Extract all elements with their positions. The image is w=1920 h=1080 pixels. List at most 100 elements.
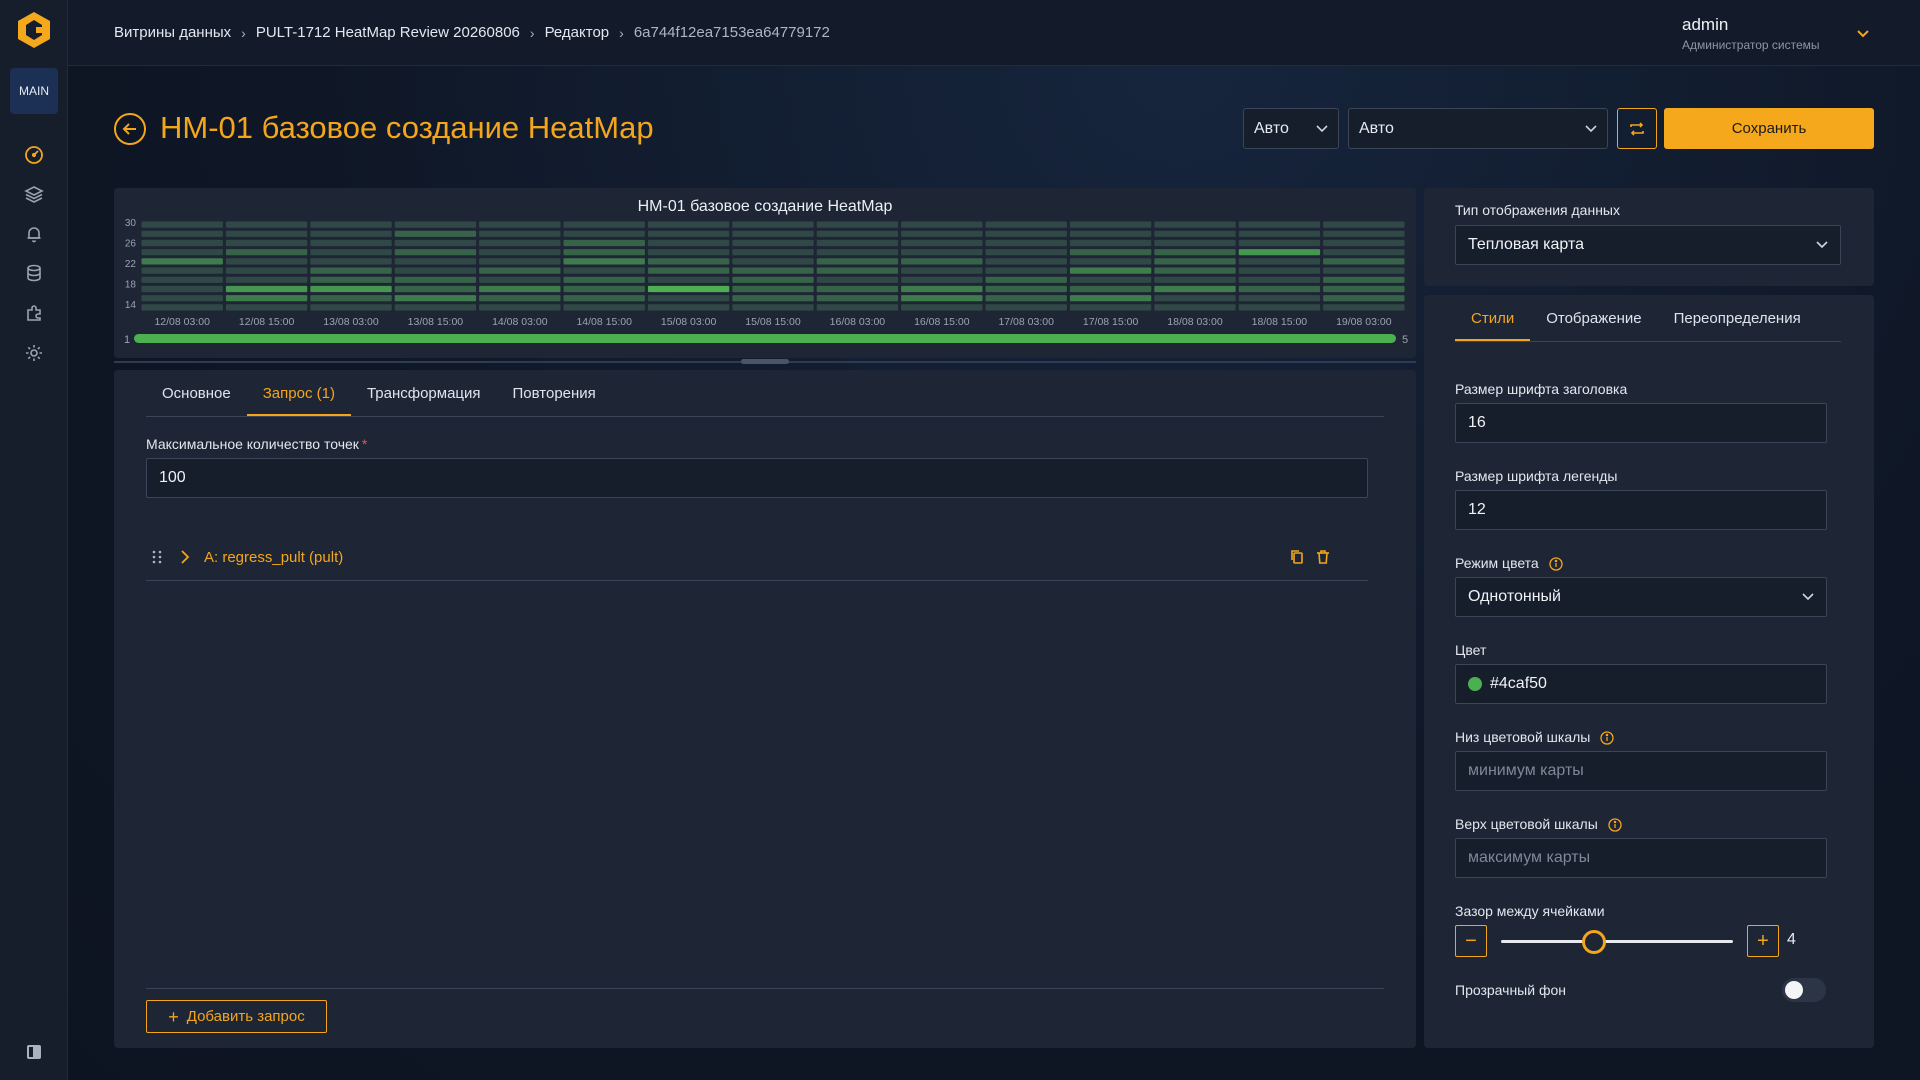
- resize-handle[interactable]: [741, 359, 789, 364]
- max-points-input[interactable]: 100: [146, 458, 1368, 498]
- display-type-label: Тип отображения данных: [1455, 202, 1620, 218]
- heatmap-cell: [310, 295, 392, 302]
- title-font-input[interactable]: 16: [1455, 403, 1827, 443]
- transparent-bg-toggle[interactable]: [1782, 978, 1826, 1002]
- bell-icon[interactable]: [22, 222, 46, 246]
- x-tick-label: 12/08 03:00: [154, 316, 210, 328]
- heatmap-cell: [901, 295, 983, 302]
- time-range-select[interactable]: Авто: [1348, 108, 1608, 149]
- breadcrumb-item[interactable]: PULT-1712 HeatMap Review 20260806: [256, 24, 520, 41]
- chevron-right-icon: ›: [529, 24, 535, 41]
- heatmap-cell: [1154, 295, 1236, 302]
- database-icon[interactable]: [22, 261, 46, 285]
- app-logo-icon[interactable]: [14, 10, 54, 50]
- user-menu[interactable]: admin Администратор системы: [1682, 15, 1858, 52]
- workspace-badge[interactable]: MAIN: [10, 68, 58, 114]
- heatmap-cell: [1069, 304, 1152, 311]
- heatmap-cell: [732, 258, 814, 265]
- tab-query[interactable]: Запрос (1): [246, 370, 352, 416]
- cell-gap-slider[interactable]: [1501, 940, 1733, 943]
- heatmap-cell: [310, 276, 392, 283]
- heatmap-cell: [816, 295, 899, 302]
- add-query-button[interactable]: + Добавить запрос: [146, 1000, 327, 1033]
- select-value: Авто: [1254, 119, 1289, 137]
- heatmap-cell: [394, 239, 477, 247]
- info-icon[interactable]: [1600, 731, 1614, 745]
- heatmap-cell: [563, 230, 645, 237]
- breadcrumb-item[interactable]: Витрины данных: [114, 24, 231, 41]
- heatmap-cell: [479, 249, 561, 256]
- query-row[interactable]: A: regress_pult (pult): [146, 536, 1368, 580]
- chevron-down-icon[interactable]: [1856, 26, 1870, 44]
- heatmap-cell: [816, 221, 899, 228]
- tab-main[interactable]: Основное: [146, 370, 247, 416]
- y-tick-label: 14: [125, 300, 137, 311]
- heatmap-cell: [1154, 258, 1236, 265]
- heatmap-cell: [1323, 239, 1405, 247]
- heatmap-cell: [310, 249, 392, 256]
- footer-divider: [146, 988, 1384, 989]
- settings-gear-icon[interactable]: [22, 341, 46, 365]
- heatmap-cell: [563, 249, 645, 256]
- breadcrumb-item[interactable]: Редактор: [545, 24, 610, 41]
- heatmap-cell: [479, 295, 561, 302]
- x-tick-label: 13/08 15:00: [408, 316, 464, 328]
- heatmap-cell: [394, 258, 477, 265]
- tab-repeats[interactable]: Повторения: [497, 370, 612, 416]
- tab-styles[interactable]: Стили: [1455, 295, 1531, 341]
- heatmap-cell: [1238, 295, 1321, 302]
- slider-thumb[interactable]: [1581, 930, 1606, 954]
- plugin-icon[interactable]: [22, 301, 46, 325]
- info-icon[interactable]: [1548, 557, 1563, 571]
- x-tick-label: 13/08 03:00: [323, 316, 379, 328]
- chevron-down-icon: [1585, 124, 1597, 132]
- drag-handle-icon[interactable]: [152, 550, 162, 564]
- scale-min-input[interactable]: минимум карты: [1455, 751, 1827, 791]
- tab-display[interactable]: Отображение: [1530, 295, 1657, 341]
- heatmap-cell: [225, 304, 308, 311]
- settings-tabs-divider: [1455, 341, 1841, 342]
- layers-icon[interactable]: [22, 182, 46, 206]
- x-tick-label: 17/08 15:00: [1083, 316, 1139, 328]
- increment-button[interactable]: +: [1747, 925, 1779, 957]
- heatmap-cell: [310, 230, 392, 237]
- refresh-button[interactable]: [1617, 108, 1657, 149]
- y-tick-label: 26: [125, 239, 137, 250]
- scale-max-input[interactable]: максимум карты: [1455, 838, 1827, 878]
- heatmap-cell: [732, 276, 814, 283]
- decrement-button[interactable]: −: [1455, 925, 1487, 957]
- legend-font-input[interactable]: 12: [1455, 490, 1827, 530]
- query-name[interactable]: A: regress_pult (pult): [204, 549, 343, 566]
- copy-icon[interactable]: [1290, 549, 1304, 565]
- tab-overrides[interactable]: Переопределения: [1658, 295, 1817, 341]
- save-button[interactable]: Сохранить: [1664, 108, 1874, 149]
- dashboard-icon[interactable]: [22, 143, 46, 167]
- heatmap-cell: [141, 239, 223, 247]
- x-tick-label: 14/08 15:00: [576, 316, 632, 328]
- legend-min-label: 1: [124, 334, 130, 346]
- info-icon[interactable]: [1608, 818, 1622, 832]
- tab-transform[interactable]: Трансформация: [351, 370, 497, 416]
- heatmap-cell: [901, 304, 983, 311]
- display-type-select[interactable]: Тепловая карта: [1455, 225, 1841, 265]
- heatmap-cell: [901, 258, 983, 265]
- heatmap-cell: [479, 230, 561, 237]
- refresh-interval-select[interactable]: Авто: [1243, 108, 1339, 149]
- delete-icon[interactable]: [1316, 549, 1330, 565]
- color-swatch[interactable]: [1468, 677, 1482, 691]
- heatmap-cell: [225, 258, 308, 265]
- heatmap-cell: [1069, 239, 1152, 247]
- x-tick-label: 18/08 15:00: [1252, 316, 1308, 328]
- legend-max-label: 5: [1402, 334, 1408, 346]
- chevron-right-icon[interactable]: [180, 550, 190, 564]
- heatmap-cell: [563, 221, 645, 228]
- color-picker-input[interactable]: #4caf50: [1455, 664, 1827, 704]
- heatmap-cell: [1323, 276, 1405, 283]
- collapse-sidebar-icon[interactable]: [26, 1044, 42, 1060]
- color-mode-select[interactable]: Однотонный: [1455, 577, 1827, 617]
- heatmap-cell: [732, 249, 814, 256]
- back-arrow-icon[interactable]: [114, 113, 146, 145]
- heatmap-cell: [647, 304, 730, 311]
- legend-color-bar: [134, 334, 1396, 343]
- heatmap-cell: [310, 258, 392, 265]
